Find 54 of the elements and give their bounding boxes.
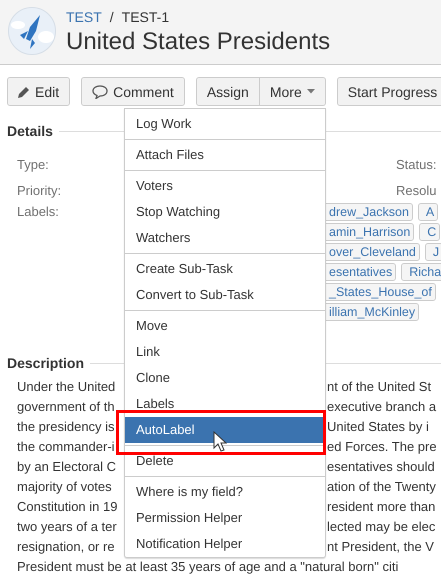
description-text: ed Forces. The pre <box>327 438 437 456</box>
menu-item[interactable]: Link <box>125 339 325 365</box>
description-text: by an Electoral C <box>17 458 116 476</box>
description-text: nt President, the V <box>327 538 434 556</box>
label-tag[interactable]: Richa <box>401 263 441 281</box>
pencil-icon <box>18 86 30 98</box>
rocket-icon <box>8 7 56 55</box>
description-text: the presidency is <box>17 418 115 436</box>
menu-item[interactable]: Voters <box>125 173 325 199</box>
speech-bubble-icon <box>92 84 108 98</box>
toolbar-button[interactable]: Start Progress <box>336 77 441 106</box>
description-text: United States by i <box>327 418 429 436</box>
cursor-icon <box>213 431 227 453</box>
field-label: Type: <box>17 156 49 172</box>
menu-item[interactable]: Notification Helper <box>125 531 325 557</box>
menu-item[interactable]: Log Work <box>125 111 325 137</box>
description-text: majority of votes <box>17 478 112 496</box>
description-text: two years of a ter <box>17 518 117 536</box>
menu-item[interactable]: Attach Files <box>125 142 325 168</box>
description-text: Under the United <box>17 378 116 396</box>
issue-key[interactable]: TEST-1 <box>122 9 170 25</box>
description-text: ation of the Twenty <box>327 478 436 496</box>
field-label: Resolu <box>396 182 438 198</box>
section-heading: Description <box>7 355 84 371</box>
more-button[interactable]: More <box>260 77 326 106</box>
comment-button[interactable]: Comment <box>81 77 185 106</box>
breadcrumb-separator: / <box>110 9 114 25</box>
description-text: resident more than <box>327 498 436 516</box>
section-heading: Details <box>7 123 53 139</box>
label-tag[interactable]: J <box>424 243 441 261</box>
field-label: Status: <box>396 156 438 172</box>
description-text: President must be at least 35 years of age and a "natural born" citi <box>17 558 398 574</box>
toolbar-button[interactable]: Assign <box>196 77 260 106</box>
label-tag[interactable]: A <box>418 203 438 221</box>
project-link[interactable]: TEST <box>66 9 102 25</box>
description-text: resignation, or re <box>17 538 115 556</box>
description-text: executive branch a <box>327 398 436 416</box>
menu-item[interactable]: Labels <box>125 391 325 417</box>
menu-item[interactable]: AutoLabel <box>125 417 325 443</box>
issue-title: United States Presidents <box>66 28 330 56</box>
description-text: lected may be elec <box>327 518 436 536</box>
description-text: government of th <box>17 398 115 416</box>
field-label: Labels: <box>17 203 59 219</box>
edit-button[interactable]: Edit <box>7 77 70 106</box>
description-text: esentatives should <box>327 458 435 476</box>
label-tag[interactable]: C <box>419 223 440 241</box>
menu-item[interactable]: Clone <box>125 365 325 391</box>
caret-icon <box>306 89 315 94</box>
field-label: Priority: <box>17 182 62 198</box>
description-text: Constitution in 19 <box>17 498 118 516</box>
menu-item[interactable]: Permission Helper <box>125 505 325 531</box>
description-text: the commander-i <box>17 438 115 456</box>
menu-item[interactable]: Where is my field? <box>125 479 325 505</box>
description-text: nt of the United St <box>327 378 432 396</box>
